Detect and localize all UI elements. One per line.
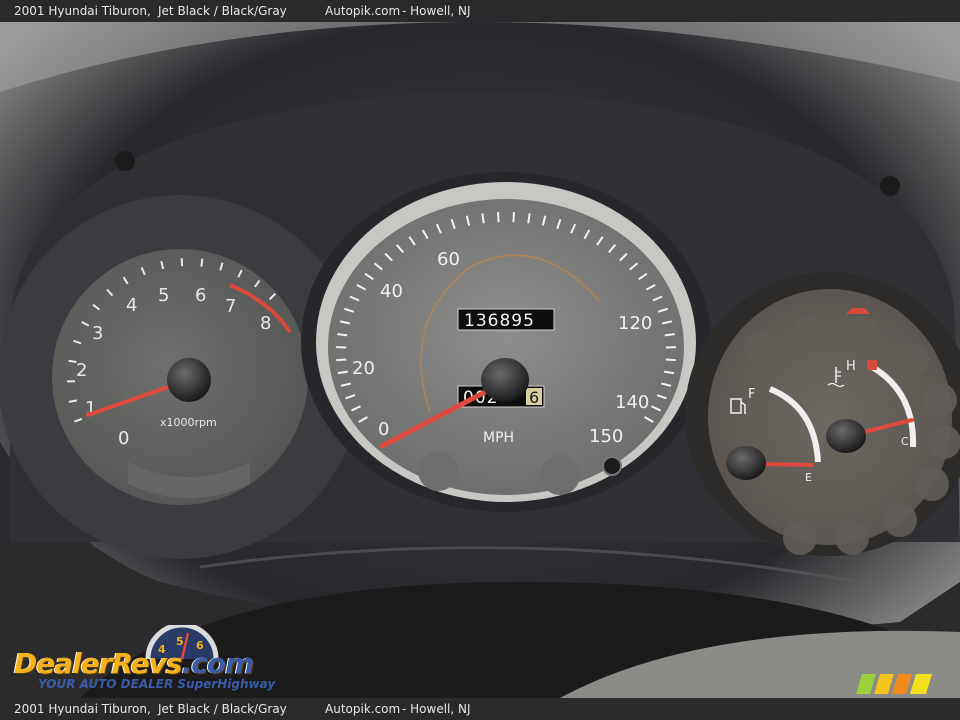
tick-mark xyxy=(665,358,676,362)
caption-bar-top: 2001 Hyundai Tiburon, Jet Black / Black/… xyxy=(0,0,960,22)
fuel-temp-face xyxy=(708,289,952,545)
tick-mark xyxy=(527,213,531,224)
warning-lens xyxy=(845,315,879,349)
warning-lens xyxy=(927,425,960,459)
logo-tagline: YOUR AUTO DEALER SuperHighway xyxy=(38,677,276,691)
temp-cold-label: C xyxy=(901,435,909,448)
odometer-reading: 136895 xyxy=(464,311,535,331)
speedo-label-140: 140 xyxy=(615,392,649,413)
warning-lens xyxy=(923,383,957,417)
tick-mark xyxy=(337,333,348,337)
speedo-label-40: 40 xyxy=(380,281,403,302)
caption-location-bottom: - Howell, NJ xyxy=(402,702,471,716)
tach-label-4: 4 xyxy=(126,295,137,316)
temp-needle-hub xyxy=(826,419,866,453)
speedo-indicator-lens-right xyxy=(540,455,580,495)
caption-color: Jet Black / Black/Gray xyxy=(158,4,287,18)
fuel-empty-label: E xyxy=(805,471,812,484)
fuel-full-label: F xyxy=(748,387,755,402)
warning-lens xyxy=(783,521,817,555)
caption-vehicle: 2001 Hyundai Tiburon, xyxy=(14,4,151,18)
tach-label-3: 3 xyxy=(92,323,103,344)
speedo-indicator-lens-left xyxy=(418,451,458,491)
caption-vehicle-bottom: 2001 Hyundai Tiburon, xyxy=(14,702,151,716)
caption-bar-bottom: 2001 Hyundai Tiburon, Jet Black / Black/… xyxy=(0,698,960,720)
tach-label-8: 8 xyxy=(260,313,271,334)
tach-unit-label: x1000rpm xyxy=(160,416,217,429)
temp-hot-label: H xyxy=(846,359,856,374)
warning-lens xyxy=(883,503,917,537)
tach-label-7: 7 xyxy=(225,296,236,317)
dealerrevs-logo: 4 5 6 DealerRevs.com YOUR AUTO DEALER Su… xyxy=(12,625,276,695)
speedo-label-120: 120 xyxy=(618,313,652,334)
warning-lens xyxy=(793,317,827,351)
speedo-needle-hub xyxy=(481,358,529,402)
speedo-label-150: 150 xyxy=(589,426,623,447)
instrument-cluster: 0 1 2 3 4 5 6 7 8 x1000rpm 0 20 40 60 12… xyxy=(0,22,960,698)
tach-label-2: 2 xyxy=(76,360,87,381)
tripmeter-tenths: 6 xyxy=(529,388,539,407)
tach-label-0: 0 xyxy=(118,428,129,449)
speedo-label-60: 60 xyxy=(437,249,460,270)
caption-site-bottom: Autopik.com xyxy=(325,702,401,716)
tick-mark xyxy=(68,399,78,403)
logo-wordmark: DealerRevs.com xyxy=(14,647,255,680)
instrument-cluster-photo: 0 1 2 3 4 5 6 7 8 x1000rpm 0 20 40 60 12… xyxy=(0,22,960,698)
speedo-unit-label: MPH xyxy=(483,430,514,446)
tach-label-6: 6 xyxy=(195,285,206,306)
hood-screw-right xyxy=(880,176,900,196)
fuel-needle-hub xyxy=(726,446,766,480)
logo-wordmark-main: DealerRevs xyxy=(14,647,183,680)
tick-mark xyxy=(200,258,204,267)
tach-label-5: 5 xyxy=(158,285,169,306)
warning-lens xyxy=(743,331,777,365)
corner-brand-mark-icon xyxy=(856,674,932,694)
logo-wordmark-tld: .com xyxy=(181,647,255,680)
caption-color-bottom: Jet Black / Black/Gray xyxy=(158,702,287,716)
speedo-label-20: 20 xyxy=(352,358,375,379)
caption-location: - Howell, NJ xyxy=(402,4,471,18)
hood-screw-left xyxy=(115,151,135,171)
caption-site: Autopik.com xyxy=(325,4,401,18)
tach-needle-hub xyxy=(167,358,211,402)
speedometer: 0 20 40 60 120 140 150 MPH 136895 002 6 xyxy=(301,172,711,512)
warning-lens xyxy=(915,467,949,501)
trip-reset-button[interactable] xyxy=(602,456,622,476)
temp-hot-zone xyxy=(867,360,877,370)
warning-lens xyxy=(895,343,929,377)
speedo-face xyxy=(328,199,684,495)
tick-mark xyxy=(336,358,347,362)
tick-mark xyxy=(664,333,675,337)
warning-lens xyxy=(835,521,869,555)
tick-mark xyxy=(481,213,485,224)
speedo-label-0: 0 xyxy=(378,419,389,440)
